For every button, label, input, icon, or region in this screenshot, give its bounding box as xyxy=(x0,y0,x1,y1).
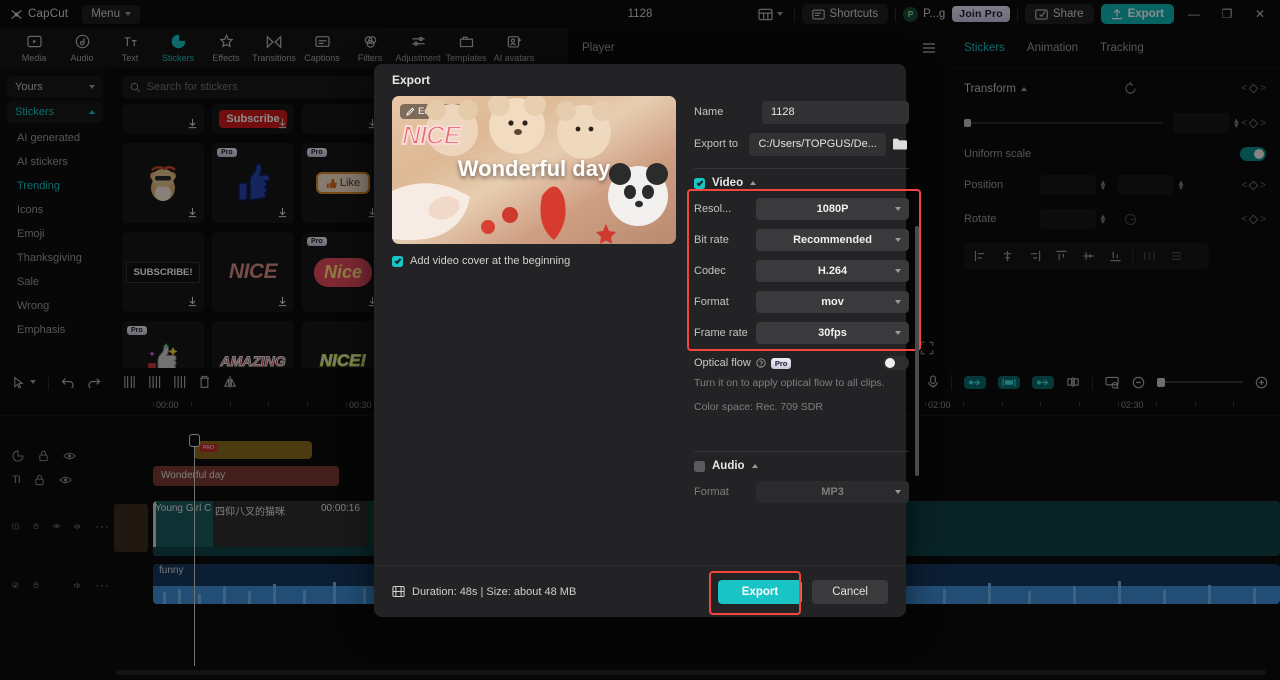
video-section-label: Video xyxy=(712,177,744,189)
video-settings-group: Resol... 1080P Bit rate Recommended Code… xyxy=(687,189,921,351)
audio-format-label: Format xyxy=(694,485,729,498)
chevron-down-icon xyxy=(895,299,901,304)
resolution-select[interactable]: 1080P xyxy=(756,197,909,220)
framerate-value: 30fps xyxy=(818,326,847,339)
audio-format-row: Format MP3 xyxy=(694,476,909,507)
film-icon xyxy=(392,585,405,598)
pro-badge: Pro xyxy=(770,357,792,369)
chevron-up-icon[interactable] xyxy=(751,464,758,468)
export-dialog: Export Edit cover xyxy=(374,64,921,617)
codec-label: Codec xyxy=(694,264,726,277)
duration-size-text: Duration: 48s | Size: about 48 MB xyxy=(412,585,577,598)
export-to-row: Export to C:/Users/TOPGUS/De... xyxy=(694,128,909,160)
bitrate-row: Bit rate Recommended xyxy=(694,224,909,255)
framerate-select[interactable]: 30fps xyxy=(756,321,909,344)
audio-section-checkbox[interactable] xyxy=(694,460,705,472)
check-icon xyxy=(695,180,703,187)
chevron-down-icon xyxy=(895,206,901,211)
optical-flow-description: Turn it on to apply optical flow to all … xyxy=(694,377,885,389)
add-video-cover-checkbox[interactable] xyxy=(392,255,403,267)
resolution-row: Resol... 1080P xyxy=(694,193,909,224)
format-select[interactable]: mov xyxy=(756,290,909,313)
divider xyxy=(694,451,909,452)
resolution-value: 1080P xyxy=(816,202,849,215)
optical-flow-row: Optical flow Pro xyxy=(694,356,909,370)
codec-select[interactable]: H.264 xyxy=(756,259,909,282)
cancel-button[interactable]: Cancel xyxy=(812,579,888,604)
chevron-down-icon xyxy=(895,330,901,335)
export-to-input[interactable]: C:/Users/TOPGUS/De... xyxy=(749,132,886,156)
divider xyxy=(694,168,909,169)
export-confirm-button[interactable]: Export xyxy=(717,579,803,604)
add-video-cover-label: Add video cover at the beginning xyxy=(410,255,571,267)
framerate-label: Frame rate xyxy=(694,326,748,339)
export-to-label: Export to xyxy=(694,138,739,150)
codec-row: Codec H.264 xyxy=(694,255,909,286)
help-icon[interactable] xyxy=(756,358,766,368)
bitrate-label: Bit rate xyxy=(694,233,729,246)
cover-thumbnail[interactable]: Edit cover xyxy=(392,96,676,244)
format-row: Format mov xyxy=(694,286,909,317)
add-video-cover-row[interactable]: Add video cover at the beginning xyxy=(392,255,676,267)
browse-folder-button[interactable] xyxy=(892,134,909,155)
folder-icon xyxy=(893,138,908,150)
chevron-up-icon[interactable] xyxy=(750,181,757,185)
cover-sticker-nice: NICE xyxy=(401,119,462,151)
toggle-knob xyxy=(885,358,895,368)
codec-value: H.264 xyxy=(817,264,848,277)
check-icon xyxy=(393,258,401,265)
audio-section-label: Audio xyxy=(712,460,745,472)
framerate-row: Frame rate 30fps xyxy=(694,317,909,348)
name-row: Name 1128 xyxy=(694,96,909,128)
cover-title-text: Wonderful day xyxy=(457,156,611,181)
audio-section-header[interactable]: Audio xyxy=(694,460,909,472)
export-dialog-title: Export xyxy=(392,73,431,87)
resolution-label: Resol... xyxy=(694,202,732,215)
bitrate-value: Recommended xyxy=(793,233,872,246)
video-section-header[interactable]: Video xyxy=(694,177,909,189)
settings-scrollbar[interactable] xyxy=(915,226,919,476)
cover-preview-section: Edit cover xyxy=(392,96,676,565)
format-label: Format xyxy=(694,295,729,308)
audio-format-select[interactable]: MP3 xyxy=(756,480,909,503)
duration-size-info: Duration: 48s | Size: about 48 MB xyxy=(392,585,576,598)
name-label: Name xyxy=(694,106,724,118)
format-value: mov xyxy=(821,295,844,308)
export-settings-section: Name 1128 Export to C:/Users/TOPGUS/De..… xyxy=(687,96,921,565)
chevron-down-icon xyxy=(895,237,901,242)
optical-flow-label: Optical flow xyxy=(694,357,751,369)
capcut-app-window: CapCut Menu 1128 Shortcuts P P...g Join … xyxy=(0,0,1280,680)
name-input[interactable]: 1128 xyxy=(762,100,909,124)
audio-format-value: MP3 xyxy=(821,485,844,498)
color-space-text: Color space: Rec. 709 SDR xyxy=(694,401,823,413)
export-dialog-footer: Duration: 48s | Size: about 48 MB Export… xyxy=(374,565,906,617)
optical-flow-toggle[interactable] xyxy=(883,356,909,370)
video-section-checkbox[interactable] xyxy=(694,177,705,189)
bitrate-select[interactable]: Recommended xyxy=(756,228,909,251)
chevron-down-icon xyxy=(895,268,901,273)
chevron-down-icon xyxy=(895,489,901,494)
